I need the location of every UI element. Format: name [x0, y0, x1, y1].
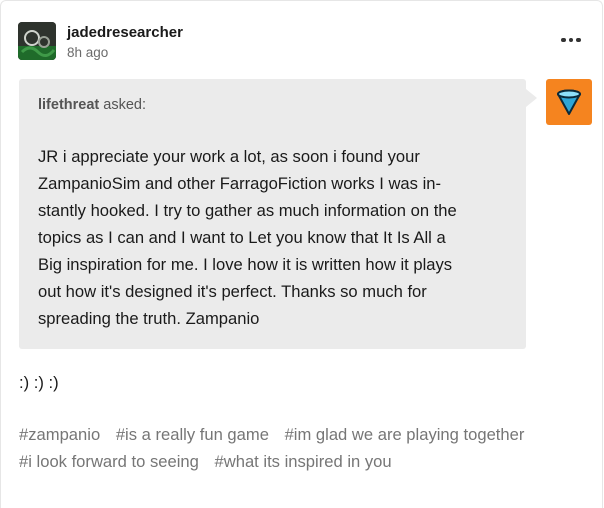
author-avatar[interactable]: [18, 22, 56, 60]
asker-avatar[interactable]: [546, 79, 592, 125]
post-timestamp[interactable]: 8h ago: [67, 45, 108, 60]
tag-list: #zampanio #is a really fun game #im glad…: [19, 421, 589, 475]
ask-bubble: lifethreat asked: JR i appreciate your w…: [19, 79, 526, 349]
tag-link[interactable]: #im glad we are playing together: [285, 425, 525, 444]
tag-link[interactable]: #i look forward to seeing: [19, 452, 199, 471]
question-line: spreading the truth. Zampanio: [38, 309, 260, 328]
tag-link[interactable]: #zampanio: [19, 425, 100, 444]
asked-label: asked:: [103, 97, 147, 113]
question-line: out how it's designed it's perfect. Than…: [38, 282, 427, 301]
post-card: jadedresearcher 8h ago lifethreat asked:…: [0, 0, 603, 508]
question-line: topics as I can and I want to Let you kn…: [38, 228, 446, 247]
tag-link[interactable]: #what its inspired in you: [215, 452, 392, 471]
asker-line: lifethreat asked:: [38, 97, 507, 113]
author-username[interactable]: jadedresearcher: [67, 24, 183, 41]
answer-text: :) :) :): [19, 373, 59, 392]
question-line: stantly hooked. I try to gather as much …: [38, 201, 457, 220]
asker-username[interactable]: lifethreat: [38, 97, 99, 113]
question-text: JR i appreciate your work a lot, as soon…: [38, 143, 507, 332]
question-line: Big inspiration for me. I love how it is…: [38, 255, 453, 274]
inverted-cone-icon: [557, 89, 581, 115]
question-line: JR i appreciate your work a lot, as soon…: [38, 147, 420, 166]
question-line: ZampanioSim and other FarragoFiction wor…: [38, 174, 442, 193]
ask-bubble-tail: [526, 89, 537, 107]
tag-link[interactable]: #is a really fun game: [116, 425, 269, 444]
more-options-icon[interactable]: [561, 33, 583, 47]
